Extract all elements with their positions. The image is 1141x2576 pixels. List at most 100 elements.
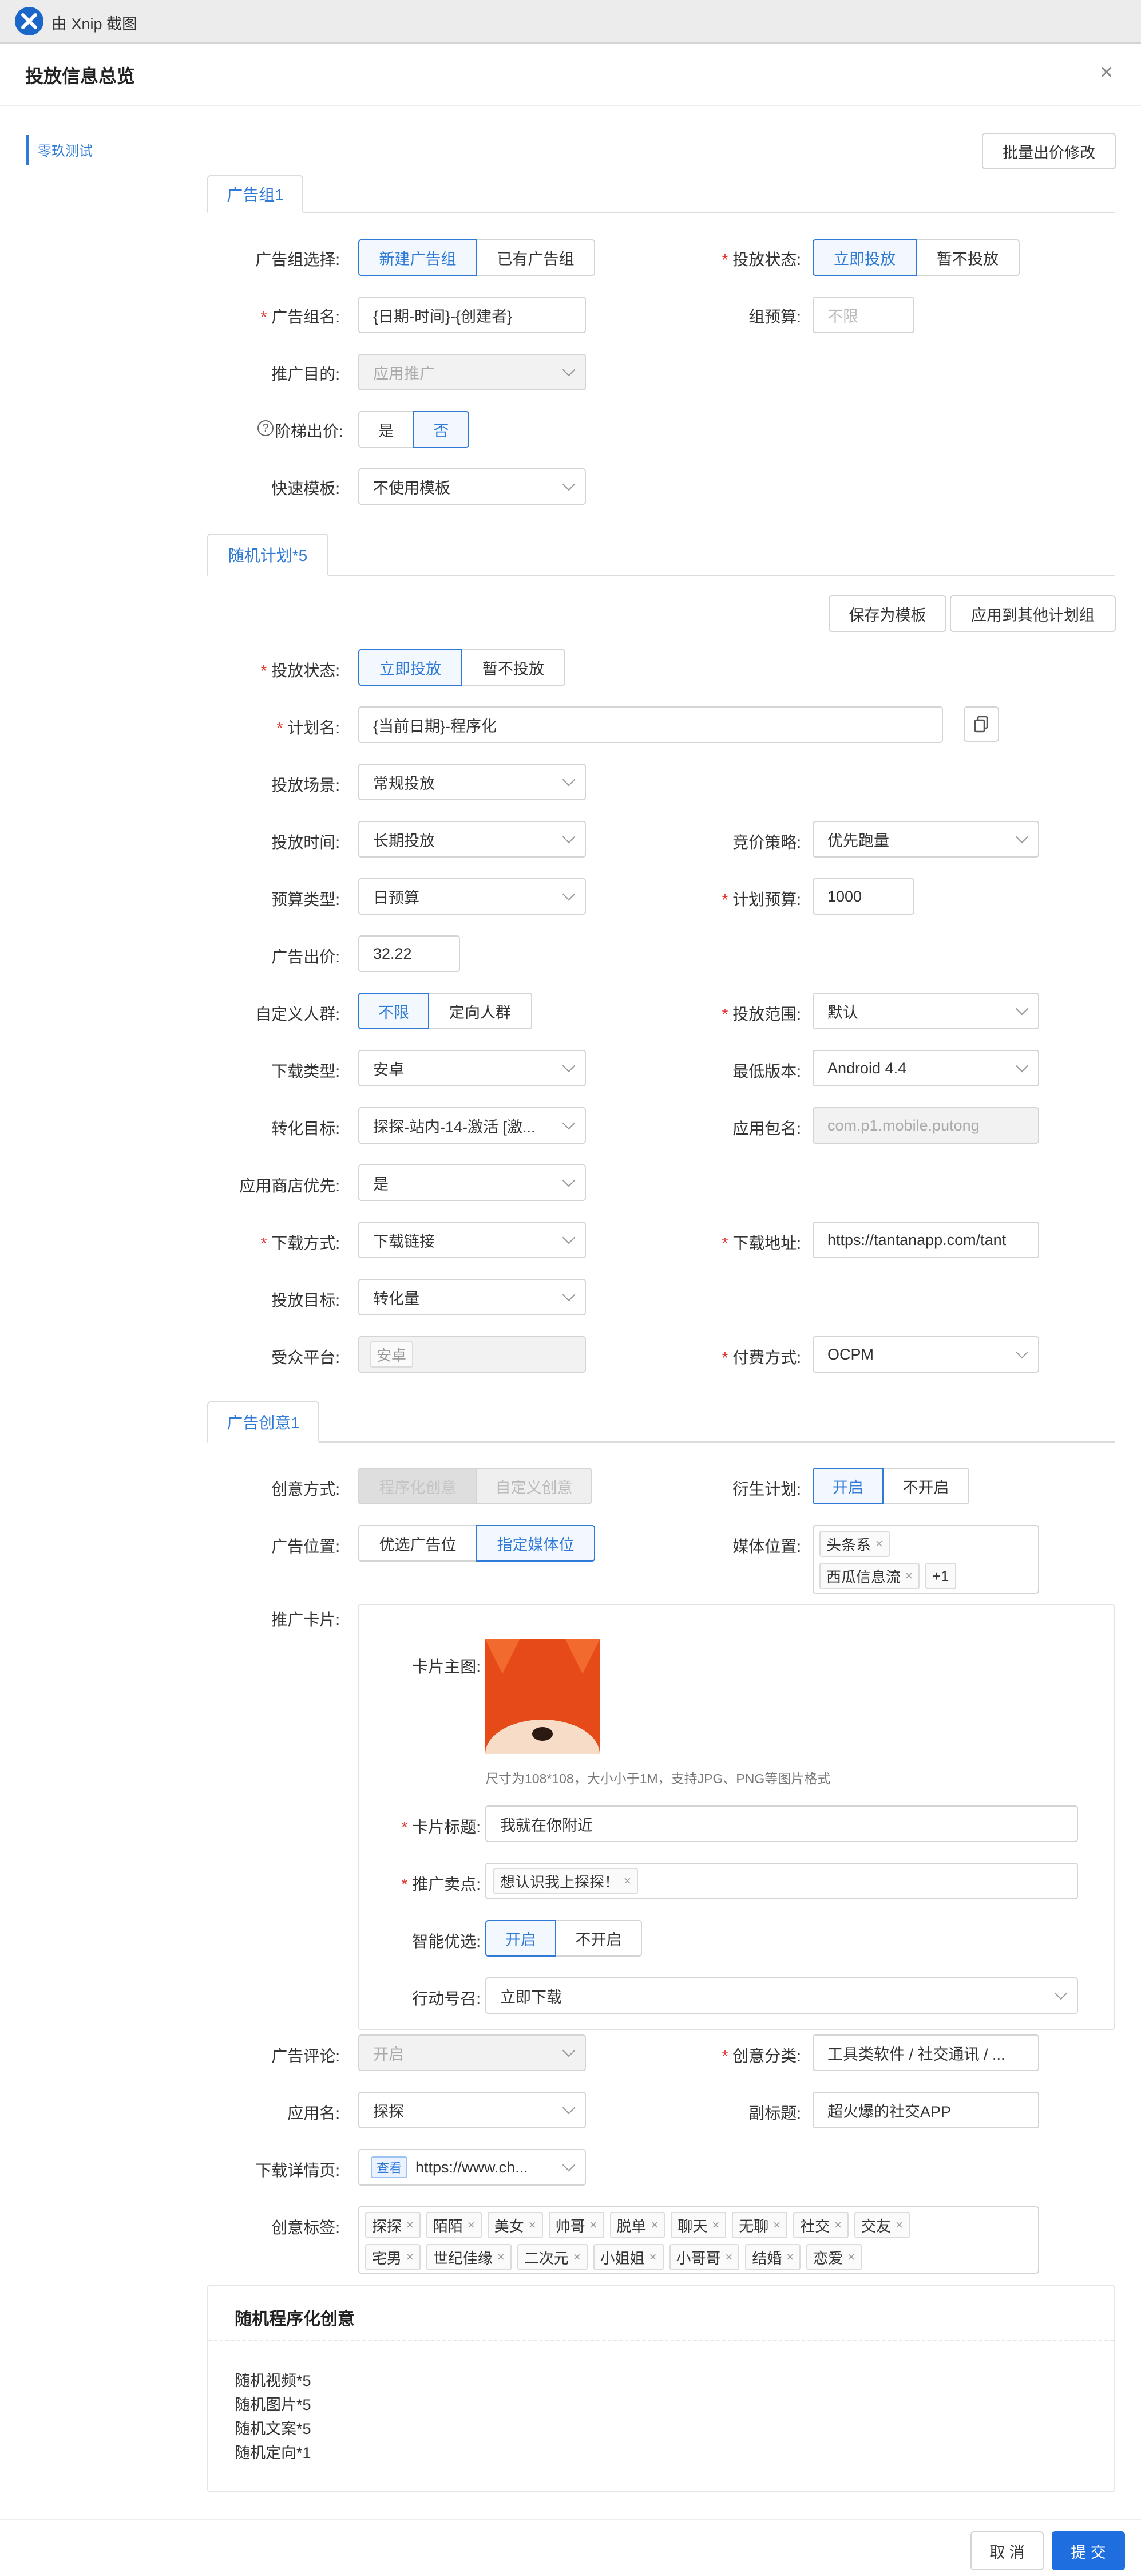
close-icon[interactable]: × [1100,60,1113,85]
download-method-select[interactable]: 下载链接 [358,1222,586,1258]
creative-category-select[interactable]: 工具类软件 / 社交通讯 / ... [813,2034,1039,2071]
creative-tag-label: 二次元 [524,2249,569,2267]
chevron-down-icon [562,2158,576,2172]
plan-budget-input[interactable]: 1000 [813,878,914,915]
plan-status-launch-option[interactable]: 立即投放 [358,649,462,686]
plan-name-input[interactable]: {当前日期}-程序化 [358,706,943,743]
close-icon[interactable]: × [529,2218,536,2233]
footer-divider [0,2519,1141,2520]
promo-card-label: 推广卡片: [271,1611,340,1629]
close-icon[interactable]: × [649,2250,657,2265]
budget-type-select[interactable]: 日预算 [358,878,586,915]
creative-method-label: 创意方式: [271,1480,340,1498]
plan-status-pause-option[interactable]: 暂不投放 [461,649,565,686]
group-budget-input[interactable]: 不限 [813,297,914,333]
selling-point-input[interactable]: 想认识我上探探！ × [485,1863,1078,1899]
download-type-select[interactable]: 安卓 [358,1050,586,1086]
close-icon[interactable]: × [905,1568,913,1583]
target-value: 转化量 [373,1290,419,1307]
group-tab-line [207,212,1115,213]
save-template-button[interactable]: 保存为模板 [829,595,946,632]
derive-on-option[interactable]: 开启 [813,1468,884,1504]
subtitle-input[interactable]: 超火爆的社交APP [813,2092,1039,2128]
tab-random-plan[interactable]: 随机计划*5 [207,534,328,576]
card-image-label: 卡片主图: [412,1658,481,1676]
cancel-button[interactable]: 取 消 [970,2531,1044,2570]
card-title-input[interactable]: 我就在你附近 [485,1805,1078,1842]
template-select[interactable]: 不使用模板 [358,468,586,505]
close-icon[interactable]: × [497,2250,505,2265]
media-position-select[interactable]: 头条系 × 西瓜信息流 × +1 [813,1525,1039,1594]
smart-optimize-label: 智能优选: [412,1933,481,1950]
conversion-select[interactable]: 探探-站内-14-激活 [激... [358,1107,586,1144]
media-more-tag[interactable]: +1 [925,1563,956,1589]
specified-media-option[interactable]: 指定媒体位 [476,1525,595,1562]
creative-tag: 小姐姐 × [593,2244,664,2270]
download-detail-select[interactable]: 查看 https://www.ch... [358,2149,586,2186]
batch-bid-button[interactable]: 批量出价修改 [982,133,1116,169]
cta-value: 立即下载 [500,1988,562,2006]
store-priority-select[interactable]: 是 [358,1164,586,1201]
help-circle-icon[interactable]: ? [257,420,274,436]
derive-off-option[interactable]: 不开启 [882,1468,969,1504]
smart-on-option[interactable]: 开启 [485,1920,556,1957]
close-icon[interactable]: × [773,2218,781,2233]
random-creative-list: 随机视频*5 随机图片*5 随机文案*5 随机定向*1 [235,2369,311,2465]
close-icon[interactable]: × [786,2250,794,2265]
chevron-down-icon [562,887,576,901]
creative-tag-label: 交友 [861,2217,892,2235]
target-select[interactable]: 转化量 [358,1279,586,1315]
close-icon[interactable]: × [712,2218,719,2233]
creative-tag-label: 陌陌 [433,2217,463,2235]
bid-strategy-select[interactable]: 优先跑量 [813,821,1039,858]
close-icon[interactable]: × [468,2218,475,2233]
close-icon[interactable]: × [573,2250,581,2265]
creative-tags-input[interactable]: 探探 × 陌陌 × 美女 × 帅哥 × 脱单 × 聊天 × 无聊 × 社交 × 交友 × 宅男 × 世纪佳缘 × 二次元 ×… [358,2206,1039,2274]
audience-targeted-option[interactable]: 定向人群 [428,993,532,1029]
smart-off-option[interactable]: 不开启 [555,1920,642,1957]
bid-input[interactable]: 32.22 [358,935,460,972]
creative-tag: 二次元 × [517,2244,588,2270]
tab-creative-1[interactable]: 广告创意1 [207,1401,319,1443]
card-image-thumbnail[interactable] [485,1639,600,1754]
close-icon[interactable]: × [624,1874,631,1888]
close-icon[interactable]: × [834,2218,842,2233]
close-icon[interactable]: × [847,2250,855,2265]
close-icon[interactable]: × [896,2218,903,2233]
schedule-select[interactable]: 长期投放 [358,821,586,858]
download-url-input[interactable]: https://tantanapp.com/tant [813,1222,1039,1258]
close-icon[interactable]: × [406,2250,414,2265]
apply-other-groups-button[interactable]: 应用到其他计划组 [950,595,1116,632]
group-name-input[interactable]: {日期-时间}-{创建者} [358,297,586,333]
close-icon[interactable]: × [590,2218,597,2233]
tab-ad-group-1[interactable]: 广告组1 [207,175,303,213]
copy-icon[interactable] [964,706,999,742]
close-icon[interactable]: × [726,2250,733,2265]
min-version-select[interactable]: Android 4.4 [813,1050,1039,1086]
group-status-pause-option[interactable]: 暂不投放 [916,239,1020,276]
view-badge[interactable]: 查看 [371,2156,408,2178]
random-creative-item: 随机图片*5 [235,2396,311,2413]
close-icon[interactable]: × [406,2218,414,2233]
existing-group-option[interactable]: 已有广告组 [476,239,595,276]
ladder-yes-option[interactable]: 是 [358,411,414,448]
creative-tag-label: 脱单 [616,2217,647,2235]
app-name-label: 应用名: [287,2104,340,2122]
cta-select[interactable]: 立即下载 [485,1977,1078,2014]
payment-select[interactable]: OCPM [813,1336,1039,1373]
audience-unlimited-option[interactable]: 不限 [358,993,429,1029]
close-icon[interactable]: × [651,2218,659,2233]
submit-button[interactable]: 提 交 [1052,2531,1125,2570]
close-icon[interactable]: × [875,1536,883,1551]
creative-tag: 聊天 × [671,2212,727,2238]
preferred-position-option[interactable]: 优选广告位 [358,1525,477,1562]
scene-value: 常规投放 [373,775,435,792]
new-group-option[interactable]: 新建广告组 [358,239,477,276]
purpose-value: 应用推广 [373,365,435,382]
nav-item-test[interactable]: 零玖测试 [38,140,93,160]
range-select[interactable]: 默认 [813,993,1039,1029]
scene-select[interactable]: 常规投放 [358,764,586,800]
group-status-launch-option[interactable]: 立即投放 [813,239,917,276]
app-name-select[interactable]: 探探 [358,2092,586,2128]
ladder-no-option[interactable]: 否 [413,411,469,448]
